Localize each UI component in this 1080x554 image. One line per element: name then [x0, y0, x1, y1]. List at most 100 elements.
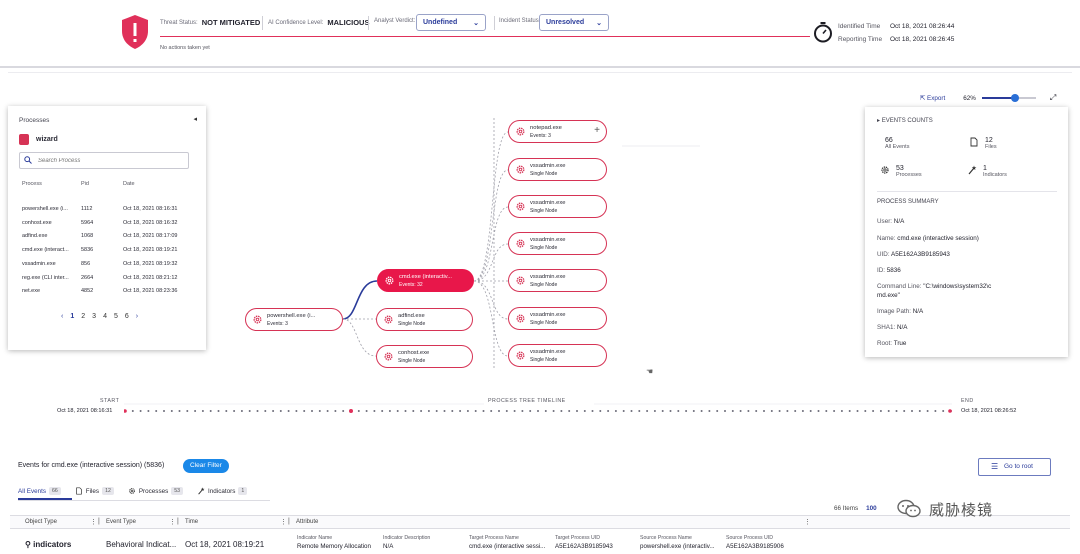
- summary-row: md.exe": [877, 292, 900, 299]
- column-header-event-type[interactable]: Event Type: [106, 519, 136, 525]
- column-header-pid[interactable]: Pid: [81, 181, 89, 187]
- tree-node-child[interactable]: notepad.exe Events: 3 +: [508, 120, 607, 143]
- summary-row: User: N/A: [877, 218, 905, 225]
- column-menu-icon[interactable]: ⋮: [804, 518, 811, 526]
- items-per-page[interactable]: 100: [866, 505, 877, 512]
- file-icon: [970, 137, 978, 147]
- row-time: Oct 18, 2021 08:19:21: [185, 540, 265, 549]
- tab-all-events[interactable]: All Events 66: [18, 483, 61, 499]
- process-row[interactable]: net.exe 4852 Oct 18, 2021 08:23:36: [8, 288, 206, 300]
- page-5[interactable]: 5: [114, 313, 118, 320]
- page-3[interactable]: 3: [92, 313, 96, 320]
- process-row[interactable]: conhost.exe 5964 Oct 18, 2021 08:16:32: [8, 220, 206, 232]
- host-icon: [19, 134, 29, 145]
- process-summary-title: PROCESS SUMMARY: [877, 199, 939, 205]
- column-header-time[interactable]: Time: [185, 519, 198, 525]
- file-icon: [76, 487, 82, 495]
- gear-icon: [516, 276, 525, 285]
- next-page-icon[interactable]: ›: [136, 313, 138, 320]
- indicator-wand-icon: ⚲: [25, 540, 34, 549]
- summary-row: Name: cmd.exe (interactive session): [877, 235, 979, 242]
- tree-node-root[interactable]: powershell.exe (i... Events: 3: [245, 308, 343, 331]
- tree-node-child[interactable]: vssadmin.exe Single Node: [508, 195, 607, 218]
- row-object-type: ⚲ indicators: [25, 540, 72, 549]
- wechat-icon: [897, 499, 921, 518]
- process-row[interactable]: adfind.exe 1068 Oct 18, 2021 08:17:09: [8, 233, 206, 245]
- gear-icon: [516, 165, 525, 174]
- timeline-track[interactable]: [124, 409, 952, 413]
- page-4[interactable]: 4: [103, 313, 107, 320]
- search-icon: [24, 156, 32, 164]
- search-process-input[interactable]: [19, 152, 189, 169]
- timeline-guide: [124, 403, 952, 405]
- zoom-slider[interactable]: [981, 94, 1036, 102]
- stat-indicators[interactable]: 1 Indicators: [967, 165, 1007, 178]
- tree-node-child[interactable]: vssadmin.exe Single Node: [508, 158, 607, 181]
- process-row[interactable]: cmd.exe (interact... 5836 Oct 18, 2021 0…: [8, 247, 206, 259]
- column-menu-icon[interactable]: ⋮: [90, 518, 97, 526]
- table-row[interactable]: ⚲ indicators Behavioral Indicat... Oct 1…: [10, 533, 1070, 554]
- stat-processes[interactable]: 53 Processes: [880, 165, 922, 178]
- events-heading: Events for cmd.exe (interactive session)…: [18, 462, 165, 469]
- page-1[interactable]: 1: [70, 313, 74, 320]
- pagination: ‹ 1 2 3 4 5 6 ›: [61, 313, 138, 320]
- fullscreen-icon[interactable]: ⤢: [1050, 93, 1056, 103]
- column-menu-icon[interactable]: ⋮: [280, 518, 287, 526]
- stat-files[interactable]: 12 Files: [969, 137, 997, 150]
- tab-indicators[interactable]: Indicators 1: [197, 483, 248, 499]
- prev-page-icon[interactable]: ‹: [61, 313, 63, 320]
- attr-key: Indicator Description: [383, 535, 431, 541]
- items-count: 66 Items 100: [834, 505, 877, 512]
- gear-icon: [516, 351, 525, 360]
- event-counts-panel: ▸ EVENTS COUNTS 66 All Events 12 Files 53 P…: [865, 107, 1068, 357]
- panel-title: ▸ EVENTS COUNTS: [877, 118, 933, 124]
- column-header-date[interactable]: Date: [123, 181, 135, 187]
- timeline-start-label: START: [100, 398, 120, 404]
- page-6[interactable]: 6: [125, 313, 129, 320]
- process-row[interactable]: vssadmin.exe 856 Oct 18, 2021 08:19:32: [8, 261, 206, 273]
- column-header-attribute[interactable]: Attribute: [296, 519, 318, 525]
- expand-plus-icon[interactable]: +: [594, 125, 600, 136]
- timeline-end-date: Oct 18, 2021 08:26:52: [961, 408, 1017, 414]
- summary-row: UID: A5E162A3B9185943: [877, 251, 950, 258]
- timeline-end-label: END: [961, 398, 974, 404]
- export-button[interactable]: ⇱ Export: [920, 95, 945, 102]
- column-resize-icon[interactable]: |: [98, 518, 100, 525]
- gear-icon: [516, 239, 525, 248]
- hand-cursor-icon: ☚: [646, 367, 654, 376]
- go-to-root-button[interactable]: ☰ Go to root: [978, 458, 1051, 476]
- collapse-left-icon[interactable]: ◂: [193, 115, 197, 123]
- clear-filter-button[interactable]: Clear Filter: [183, 459, 229, 473]
- gear-icon: [384, 352, 393, 361]
- summary-row: Command Line: "C:\windows\system32\c: [877, 283, 992, 290]
- tree-node-child[interactable]: vssadmin.exe Single Node: [508, 232, 607, 255]
- indicator-wand-icon: [198, 487, 205, 495]
- gear-icon: [516, 314, 525, 323]
- tree-node-child[interactable]: vssadmin.exe Single Node: [508, 307, 607, 330]
- tab-files[interactable]: Files 12: [75, 483, 114, 499]
- tree-node-sibling[interactable]: adfind.exe Single Node: [376, 308, 473, 331]
- tree-node-child[interactable]: vssadmin.exe Single Node: [508, 344, 607, 367]
- process-row[interactable]: reg.exe (CLI inter... 2664 Oct 18, 2021 …: [8, 275, 206, 287]
- summary-row: SHA1: N/A: [877, 324, 908, 331]
- active-tab-indicator: [18, 498, 72, 500]
- attr-value: A5E162A3B9185943: [555, 543, 613, 550]
- process-row[interactable]: powershell.exe (i... 1112 Oct 18, 2021 0…: [8, 206, 206, 218]
- summary-row: Image Path: N/A: [877, 308, 924, 315]
- divider: [877, 191, 1057, 192]
- stat-all-events[interactable]: 66 All Events: [885, 137, 909, 150]
- attr-key: Target Process UID: [555, 535, 600, 541]
- column-header-object-type[interactable]: Object Type: [25, 519, 57, 525]
- tree-node-sibling[interactable]: conhost.exe Single Node: [376, 345, 473, 368]
- page-2[interactable]: 2: [81, 313, 85, 320]
- tab-processes[interactable]: Processes 53: [128, 483, 184, 499]
- attr-key: Indicator Name: [297, 535, 333, 541]
- tree-node-selected[interactable]: cmd.exe (interactiv... Events: 32: [377, 269, 474, 292]
- tree-node-child[interactable]: vssadmin.exe Single Node: [508, 269, 607, 292]
- column-header-process[interactable]: Process: [22, 181, 42, 187]
- column-resize-icon[interactable]: |: [288, 518, 290, 525]
- column-menu-icon[interactable]: ⋮: [169, 518, 176, 526]
- column-resize-icon[interactable]: |: [177, 518, 179, 525]
- zoom-slider-knob[interactable]: [1011, 94, 1020, 102]
- attr-key: Source Process Name: [640, 535, 692, 541]
